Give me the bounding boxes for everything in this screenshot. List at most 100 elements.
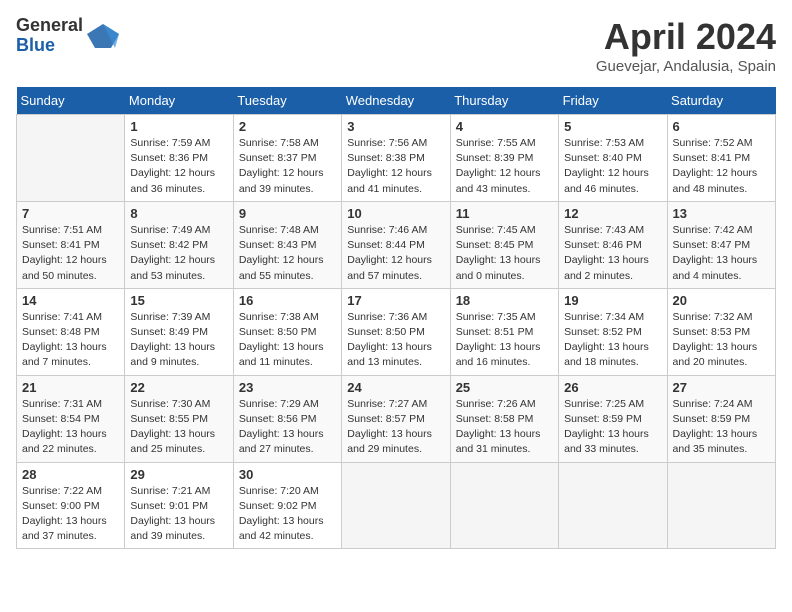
calendar-cell: 10Sunrise: 7:46 AMSunset: 8:44 PMDayligh… bbox=[342, 201, 450, 288]
calendar-cell: 12 Sunrise: 7:43 AMSunset: 8:46 PMDayligh… bbox=[559, 201, 667, 288]
calendar-cell: 2 Sunrise: 7:58 AMSunset: 8:37 PMDaylight… bbox=[233, 115, 341, 202]
day-number: 6 bbox=[673, 119, 770, 134]
day-number: 13 bbox=[673, 206, 770, 221]
calendar-cell: 30 Sunrise: 7:20 AMSunset: 9:02 PMDayligh… bbox=[233, 462, 341, 549]
cell-content: Sunrise: 7:35 AMSunset: 8:51 PMDaylight:… bbox=[456, 310, 553, 371]
day-number: 22 bbox=[130, 380, 227, 395]
calendar-week-row: 21 Sunrise: 7:31 AMSunset: 8:54 PMDayligh… bbox=[17, 375, 776, 462]
calendar-cell: 21 Sunrise: 7:31 AMSunset: 8:54 PMDayligh… bbox=[17, 375, 125, 462]
cell-content: Sunrise: 7:41 AMSunset: 8:48 PMDaylight:… bbox=[22, 310, 119, 371]
day-number: 26 bbox=[564, 380, 661, 395]
logo-icon bbox=[87, 20, 119, 52]
cell-content: Sunrise: 7:59 AMSunset: 8:36 PMDaylight:… bbox=[130, 136, 227, 197]
day-number: 20 bbox=[673, 293, 770, 308]
cell-content: Sunrise: 7:31 AMSunset: 8:54 PMDaylight:… bbox=[22, 397, 119, 458]
day-number: 19 bbox=[564, 293, 661, 308]
cell-content: Sunrise: 7:56 AMSunset: 8:38 PMDaylight:… bbox=[347, 136, 444, 197]
day-number: 28 bbox=[22, 467, 119, 482]
calendar-cell: 3Sunrise: 7:56 AMSunset: 8:38 PMDaylight… bbox=[342, 115, 450, 202]
calendar-cell: 28 Sunrise: 7:22 AMSunset: 9:00 PMDayligh… bbox=[17, 462, 125, 549]
day-number: 16 bbox=[239, 293, 336, 308]
calendar-cell bbox=[667, 462, 775, 549]
calendar-cell: 17Sunrise: 7:36 AMSunset: 8:50 PMDayligh… bbox=[342, 288, 450, 375]
cell-content: Sunrise: 7:58 AMSunset: 8:37 PMDaylight:… bbox=[239, 136, 336, 197]
calendar-cell bbox=[450, 462, 558, 549]
cell-content: Sunrise: 7:20 AMSunset: 9:02 PMDaylight:… bbox=[239, 484, 336, 545]
day-number: 5 bbox=[564, 119, 661, 134]
calendar-cell: 25 Sunrise: 7:26 AMSunset: 8:58 PMDayligh… bbox=[450, 375, 558, 462]
calendar-cell: 16Sunrise: 7:38 AMSunset: 8:50 PMDayligh… bbox=[233, 288, 341, 375]
weekday-header-monday: Monday bbox=[125, 87, 233, 115]
calendar-cell: 24Sunrise: 7:27 AMSunset: 8:57 PMDayligh… bbox=[342, 375, 450, 462]
calendar-cell: 5 Sunrise: 7:53 AMSunset: 8:40 PMDaylight… bbox=[559, 115, 667, 202]
day-number: 8 bbox=[130, 206, 227, 221]
day-number: 7 bbox=[22, 206, 119, 221]
calendar-cell: 22 Sunrise: 7:30 AMSunset: 8:55 PMDayligh… bbox=[125, 375, 233, 462]
calendar-cell: 26 Sunrise: 7:25 AMSunset: 8:59 PMDayligh… bbox=[559, 375, 667, 462]
calendar-cell bbox=[17, 115, 125, 202]
calendar-week-row: 1 Sunrise: 7:59 AMSunset: 8:36 PMDaylight… bbox=[17, 115, 776, 202]
calendar-cell: 6 Sunrise: 7:52 AMSunset: 8:41 PMDaylight… bbox=[667, 115, 775, 202]
day-number: 9 bbox=[239, 206, 336, 221]
cell-content: Sunrise: 7:43 AMSunset: 8:46 PMDaylight:… bbox=[564, 223, 661, 284]
cell-content: Sunrise: 7:39 AMSunset: 8:49 PMDaylight:… bbox=[130, 310, 227, 371]
page-header: General Blue April 2024 Guevejar, Andalu… bbox=[16, 16, 776, 75]
cell-content: Sunrise: 7:42 AMSunset: 8:47 PMDaylight:… bbox=[673, 223, 770, 284]
cell-content: Sunrise: 7:29 AMSunset: 8:56 PMDaylight:… bbox=[239, 397, 336, 458]
calendar-cell: 23 Sunrise: 7:29 AMSunset: 8:56 PMDayligh… bbox=[233, 375, 341, 462]
cell-content: Sunrise: 7:51 AMSunset: 8:41 PMDaylight:… bbox=[22, 223, 119, 284]
day-number: 14 bbox=[22, 293, 119, 308]
calendar-cell: 15 Sunrise: 7:39 AMSunset: 8:49 PMDayligh… bbox=[125, 288, 233, 375]
calendar-cell bbox=[559, 462, 667, 549]
calendar-week-row: 28 Sunrise: 7:22 AMSunset: 9:00 PMDayligh… bbox=[17, 462, 776, 549]
cell-content: Sunrise: 7:32 AMSunset: 8:53 PMDaylight:… bbox=[673, 310, 770, 371]
weekday-header-friday: Friday bbox=[559, 87, 667, 115]
day-number: 23 bbox=[239, 380, 336, 395]
calendar-week-row: 14 Sunrise: 7:41 AMSunset: 8:48 PMDayligh… bbox=[17, 288, 776, 375]
cell-content: Sunrise: 7:22 AMSunset: 9:00 PMDaylight:… bbox=[22, 484, 119, 545]
day-number: 4 bbox=[456, 119, 553, 134]
cell-content: Sunrise: 7:53 AMSunset: 8:40 PMDaylight:… bbox=[564, 136, 661, 197]
weekday-header-wednesday: Wednesday bbox=[342, 87, 450, 115]
logo-text: General Blue bbox=[16, 16, 83, 56]
day-number: 11 bbox=[456, 206, 553, 221]
day-number: 21 bbox=[22, 380, 119, 395]
cell-content: Sunrise: 7:52 AMSunset: 8:41 PMDaylight:… bbox=[673, 136, 770, 197]
logo: General Blue bbox=[16, 16, 119, 56]
cell-content: Sunrise: 7:27 AMSunset: 8:57 PMDaylight:… bbox=[347, 397, 444, 458]
day-number: 25 bbox=[456, 380, 553, 395]
cell-content: Sunrise: 7:24 AMSunset: 8:59 PMDaylight:… bbox=[673, 397, 770, 458]
cell-content: Sunrise: 7:55 AMSunset: 8:39 PMDaylight:… bbox=[456, 136, 553, 197]
calendar-cell: 8Sunrise: 7:49 AMSunset: 8:42 PMDaylight… bbox=[125, 201, 233, 288]
day-number: 27 bbox=[673, 380, 770, 395]
day-number: 17 bbox=[347, 293, 444, 308]
cell-content: Sunrise: 7:26 AMSunset: 8:58 PMDaylight:… bbox=[456, 397, 553, 458]
day-number: 2 bbox=[239, 119, 336, 134]
cell-content: Sunrise: 7:46 AMSunset: 8:44 PMDaylight:… bbox=[347, 223, 444, 284]
day-number: 29 bbox=[130, 467, 227, 482]
calendar-table: SundayMondayTuesdayWednesdayThursdayFrid… bbox=[16, 87, 776, 549]
weekday-header-thursday: Thursday bbox=[450, 87, 558, 115]
calendar-cell: 19 Sunrise: 7:34 AMSunset: 8:52 PMDayligh… bbox=[559, 288, 667, 375]
calendar-cell: 20 Sunrise: 7:32 AMSunset: 8:53 PMDayligh… bbox=[667, 288, 775, 375]
day-number: 1 bbox=[130, 119, 227, 134]
location: Guevejar, Andalusia, Spain bbox=[596, 58, 776, 75]
calendar-cell: 7 Sunrise: 7:51 AMSunset: 8:41 PMDaylight… bbox=[17, 201, 125, 288]
calendar-cell: 11Sunrise: 7:45 AMSunset: 8:45 PMDayligh… bbox=[450, 201, 558, 288]
day-number: 15 bbox=[130, 293, 227, 308]
calendar-cell: 14 Sunrise: 7:41 AMSunset: 8:48 PMDayligh… bbox=[17, 288, 125, 375]
month-title: April 2024 bbox=[596, 16, 776, 58]
weekday-header-sunday: Sunday bbox=[17, 87, 125, 115]
cell-content: Sunrise: 7:34 AMSunset: 8:52 PMDaylight:… bbox=[564, 310, 661, 371]
weekday-header-tuesday: Tuesday bbox=[233, 87, 341, 115]
day-number: 12 bbox=[564, 206, 661, 221]
calendar-week-row: 7 Sunrise: 7:51 AMSunset: 8:41 PMDaylight… bbox=[17, 201, 776, 288]
cell-content: Sunrise: 7:25 AMSunset: 8:59 PMDaylight:… bbox=[564, 397, 661, 458]
day-number: 18 bbox=[456, 293, 553, 308]
cell-content: Sunrise: 7:48 AMSunset: 8:43 PMDaylight:… bbox=[239, 223, 336, 284]
calendar-cell: 13 Sunrise: 7:42 AMSunset: 8:47 PMDayligh… bbox=[667, 201, 775, 288]
calendar-cell: 9 Sunrise: 7:48 AMSunset: 8:43 PMDaylight… bbox=[233, 201, 341, 288]
weekday-header-saturday: Saturday bbox=[667, 87, 775, 115]
day-number: 30 bbox=[239, 467, 336, 482]
cell-content: Sunrise: 7:30 AMSunset: 8:55 PMDaylight:… bbox=[130, 397, 227, 458]
